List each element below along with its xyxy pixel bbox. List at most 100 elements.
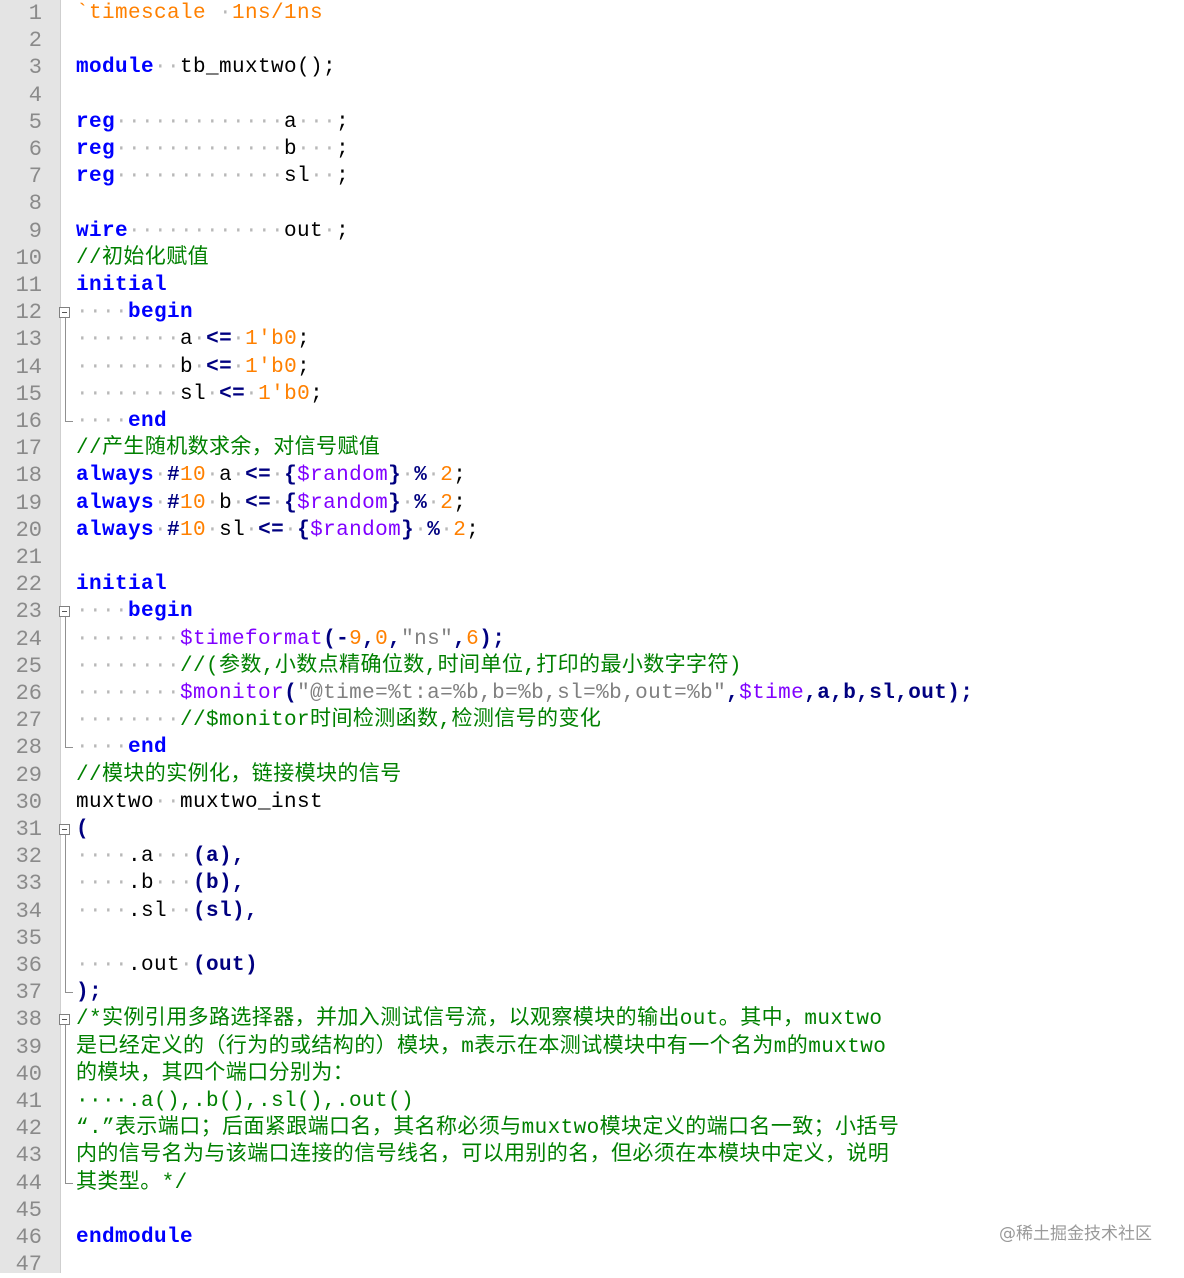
code-token: · [401,464,415,488]
code-line[interactable]: 12 ····begin [0,299,1184,326]
code-token: · [323,219,337,243]
code-line[interactable]: 33 ····.b···(b), [0,870,1184,897]
code-text: ····.out·(out) [76,952,258,979]
code-line[interactable]: 47 [0,1251,1184,1278]
code-line[interactable]: 3 module··tb_muxtwo(); [0,54,1184,81]
code-token: //初始化赋值 [76,246,210,270]
code-line[interactable]: 13 ········a·<=·1'b0; [0,326,1184,353]
code-line[interactable]: 36 ····.out·(out) [0,952,1184,979]
code-token: //$monitor时间检测函数,检测信号的变化 [180,709,602,733]
code-line[interactable]: 43 内的信号名为与该端口连接的信号线名，可以用别的名，但必须在本模块中定义，说明 [0,1142,1184,1169]
line-number: 26 [15,681,42,706]
code-line[interactable]: 21 [0,544,1184,571]
code-token: .out [128,954,181,977]
code-text: 内的信号名为与该端口连接的信号线名，可以用别的名，但必须在本模块中定义，说明 [76,1142,889,1169]
code-token: $monitor [180,682,285,705]
code-line[interactable]: 27 ········//$monitor时间检测函数,检测信号的变化 [0,707,1184,734]
line-number: 29 [15,762,42,788]
line-number: 17 [15,436,42,462]
code-line[interactable]: 30 muxtwo··muxtwo_inst [0,789,1184,816]
code-token: (out) [193,954,259,977]
code-token: ; [336,110,350,134]
code-token: ············ [128,219,285,243]
code-line[interactable]: 37); [0,979,1184,1006]
code-token: 1'b0 [245,328,298,352]
code-editor[interactable]: 1 `timescale ·1ns/1ns 2 3 module··tb_muxtwo(… [0,0,1184,1277]
code-line[interactable]: 8 [0,190,1184,217]
code-text: always·#10·b·<=·{$random}·%·2; [76,490,466,517]
code-line[interactable]: 18 always·#10·a·<=·{$random}·%·2; [0,462,1184,489]
fold-toggle-icon[interactable] [59,307,70,319]
code-token: ; [310,382,324,406]
code-line[interactable]: 10 //初始化赋值 [0,245,1184,272]
code-token: $random [310,518,402,542]
code-line[interactable]: 38 /*实例引用多路选择器，并加入测试信号流，以观察模块的输出out。其中，mu… [0,1006,1184,1033]
code-token: ········ [76,654,181,678]
code-line[interactable]: 15 ········sl·<=·1'b0; [0,381,1184,408]
code-line[interactable]: 29 //模块的实例化，链接模块的信号 [0,762,1184,789]
code-line[interactable]: 23 ····begin [0,598,1184,625]
code-token: · [206,491,220,515]
code-line[interactable]: 28 ····end [0,734,1184,761]
code-line[interactable]: 11 initial [0,272,1184,299]
code-line[interactable]: 40 的模块，其四个端口分别为： [0,1061,1184,1088]
code-line[interactable]: 6 reg·············b···; [0,136,1184,163]
code-line[interactable]: 9 wire············out·; [0,218,1184,245]
code-line[interactable]: 17 //产生随机数求余，对信号赋值 [0,435,1184,462]
code-line[interactable]: 14 ········b·<=·1'b0; [0,354,1184,381]
code-line[interactable]: 26 ········$monitor("@time=%t:a=%b,b=%b,s… [0,680,1184,707]
code-token: · [440,518,454,542]
fold-toggle-icon[interactable] [59,606,70,618]
code-line[interactable]: 22 initial [0,571,1184,598]
fold-toggle-icon[interactable] [59,824,70,835]
code-token: a [180,328,194,352]
code-line[interactable]: 44 其类型。*/ [0,1170,1184,1197]
code-line[interactable]: 16 ····end [0,408,1184,435]
code-token: ,a,b,sl,out); [804,682,974,705]
code-line[interactable]: 34 ····.sl··(sl), [0,898,1184,925]
code-line[interactable]: 19 always·#10·b·<=·{$random}·%·2; [0,490,1184,517]
code-line[interactable]: 20 always·#10·sl·<=·{$random}·%·2; [0,517,1184,544]
code-line[interactable]: 25 ········//(参数,小数点精确位数,时间单位,打印的最小数字字符) [0,653,1184,680]
code-token: · [206,518,220,542]
code-line[interactable]: 24 ········$timeformat(-9,0,"ns",6); [0,626,1184,653]
code-token: $timeformat [180,627,324,651]
code-line[interactable]: 5 reg·············a···; [0,109,1184,136]
fold-guide-line [65,617,66,748]
code-line[interactable]: 32 ····.a···(a), [0,843,1184,870]
line-number: 37 [15,980,42,1006]
code-token: “.”表示端口；后面紧跟端口名，其名称必须与muxtwo模块定义的端口名一致；小… [76,1117,900,1141]
fold-end-marker [65,1182,73,1184]
code-line[interactable]: 7 reg·············sl··; [0,163,1184,190]
code-token: ; [453,464,467,488]
code-token: · [271,491,285,515]
code-text: ········//(参数,小数点精确位数,时间单位,打印的最小数字字符) [76,653,742,680]
code-token: 10 [180,464,207,488]
code-line[interactable]: 4 [0,82,1184,109]
code-text: ); [76,979,102,1006]
code-token: 0 [375,627,389,651]
code-line[interactable]: 35 [0,925,1184,952]
code-token: · [180,954,194,977]
code-line[interactable]: 31 ( [0,816,1184,843]
code-token: , [453,627,467,651]
code-line[interactable]: 42 “.”表示端口；后面紧跟端口名，其名称必须与muxtwo模块定义的端口名一致… [0,1115,1184,1142]
code-line[interactable]: 1 `timescale ·1ns/1ns [0,0,1184,27]
line-number: 45 [15,1197,42,1223]
line-number: 18 [15,463,42,489]
code-text: 其类型。*/ [76,1170,188,1197]
line-number: 44 [15,1170,42,1196]
code-line[interactable]: 41 ····.a(),.b(),.sl(),.out() [0,1088,1184,1115]
code-token: , [362,627,376,651]
code-line[interactable]: 2 [0,27,1184,54]
code-line[interactable]: 39 是已经定义的（行为的或结构的）模块，m表示在本测试模块中有一个名为m的mux… [0,1034,1184,1061]
code-token: 内的信号名为与该端口连接的信号线名，可以用别的名，但必须在本模块中定义，说明 [76,1144,890,1168]
code-text: ········b·<=·1'b0; [76,354,310,381]
code-token: ········ [76,382,181,406]
code-token: 2 [440,464,454,488]
code-token: · [193,355,207,379]
code-token: · [401,491,415,515]
code-token: always [76,464,155,488]
fold-toggle-icon[interactable] [59,1014,70,1026]
code-text: ········$monitor("@time=%t:a=%b,b=%b,sl=… [76,680,973,707]
